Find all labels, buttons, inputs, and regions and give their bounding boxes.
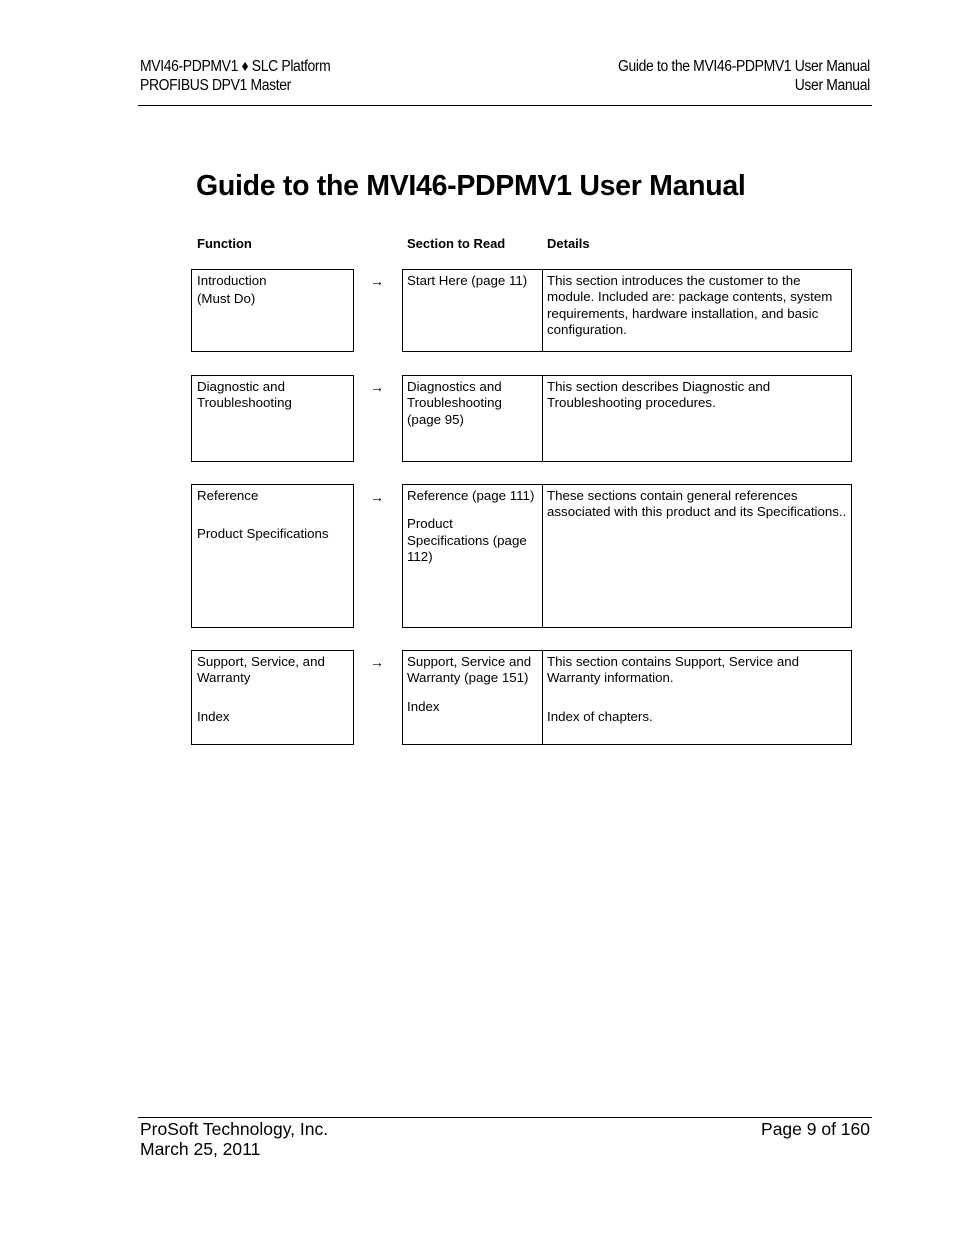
arrow-icon: → <box>370 489 384 505</box>
function-box-support: Support, Service, and Warranty Index <box>191 650 354 745</box>
header-doc-type: User Manual <box>794 77 870 94</box>
footer-date: March 25, 2011 <box>140 1138 261 1159</box>
section-link[interactable]: Reference (page 111) <box>407 488 538 504</box>
arrow-icon: → <box>370 379 384 395</box>
footer-page-number: Page 9 of 160 <box>761 1119 870 1139</box>
header-left: MVI46-PDPMV1 ♦ SLC Platform PROFIBUS DPV… <box>140 57 331 95</box>
function-text: Diagnostic and Troubleshooting <box>197 379 292 411</box>
details-text: These sections contain general reference… <box>547 488 847 520</box>
header-subtitle: PROFIBUS DPV1 Master <box>140 77 291 94</box>
header-section-title: Guide to the MVI46-PDPMV1 User Manual <box>618 58 870 75</box>
function-box-reference: Reference Product Specifications <box>191 484 354 628</box>
function-text: Product Specifications <box>197 526 329 542</box>
function-box-introduction: Introduction (Must Do) <box>191 269 354 352</box>
function-box-diagnostics: Diagnostic and Troubleshooting <box>191 375 354 462</box>
function-text: Reference <box>197 488 259 503</box>
section-box-support: Support, Service and Warranty (page 151)… <box>402 650 852 745</box>
footer-company: ProSoft Technology, Inc. <box>140 1119 329 1139</box>
function-text: (Must Do) <box>197 291 256 307</box>
footer-divider <box>138 1117 872 1118</box>
section-link[interactable]: Start Here (page 11) <box>407 273 538 289</box>
header-right: Guide to the MVI46-PDPMV1 User Manual Us… <box>618 57 870 95</box>
section-box-diagnostics: Diagnostics and Troubleshooting (page 95… <box>402 375 852 462</box>
column-header-details: Details <box>547 236 590 251</box>
page-title: Guide to the MVI46-PDPMV1 User Manual <box>196 170 746 202</box>
header-divider <box>138 105 872 106</box>
function-text: Index <box>197 708 230 724</box>
column-header-section: Section to Read <box>407 236 506 251</box>
section-link[interactable]: Index <box>407 699 538 715</box>
column-header-function: Function <box>197 236 252 251</box>
section-link[interactable]: Diagnostics and Troubleshooting (page 95… <box>407 379 538 428</box>
section-box-introduction: Start Here (page 11) This section introd… <box>402 269 852 352</box>
details-text: This section contains Support, Service a… <box>547 654 800 686</box>
arrow-icon: → <box>370 273 384 289</box>
section-box-reference: Reference (page 111) Product Specificati… <box>402 484 852 628</box>
function-text: Support, Service, and Warranty <box>197 654 325 686</box>
details-text: Index of chapters. <box>547 708 653 724</box>
arrow-icon: → <box>370 654 384 670</box>
section-link[interactable]: Support, Service and Warranty (page 151) <box>407 654 538 687</box>
details-text: This section describes Diagnostic and Tr… <box>547 379 771 411</box>
function-text: Introduction <box>197 273 267 288</box>
details-text: This section introduces the customer to … <box>547 273 833 338</box>
footer-left: ProSoft Technology, Inc. March 25, 2011 <box>140 1119 329 1159</box>
header-product: MVI46-PDPMV1 ♦ SLC Platform <box>140 58 331 75</box>
section-link[interactable]: Product Specifications (page 112) <box>407 516 538 565</box>
